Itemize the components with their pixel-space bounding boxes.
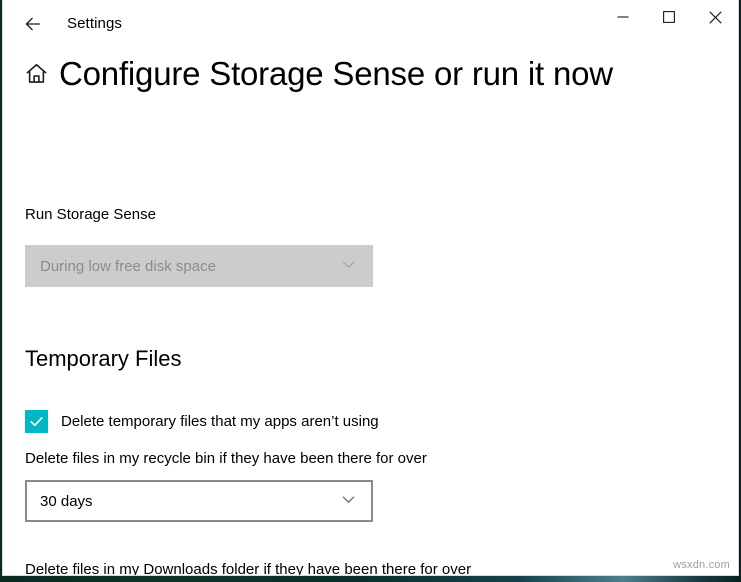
chevron-down-icon [340, 491, 357, 512]
delete-temp-files-label: Delete temporary files that my apps aren… [61, 414, 379, 429]
run-storage-sense-label-clip: Run Storage Sense [25, 209, 156, 229]
recycle-bin-value: 30 days [40, 494, 93, 509]
check-icon [28, 413, 45, 430]
title-bar: Settings [3, 0, 738, 47]
settings-content: Configure Storage Sense or run it now Ru… [3, 47, 738, 99]
downloads-folder-label: Delete files in my Downloads folder if t… [25, 562, 471, 576]
minimize-button[interactable] [600, 0, 646, 34]
settings-window: Settings [2, 0, 739, 576]
home-icon[interactable] [21, 58, 51, 88]
recycle-bin-dropdown[interactable]: 30 days [25, 480, 373, 522]
run-storage-sense-dropdown[interactable]: During low free disk space [25, 245, 373, 287]
minimize-icon [617, 11, 629, 23]
maximize-button[interactable] [646, 0, 692, 34]
window-controls [600, 0, 738, 34]
page-title: Configure Storage Sense or run it now [59, 57, 613, 90]
run-storage-sense-value: During low free disk space [40, 259, 216, 274]
maximize-icon [663, 11, 675, 23]
chevron-down-icon [340, 256, 357, 277]
back-arrow-icon [23, 14, 43, 34]
back-button[interactable] [11, 8, 55, 40]
close-button[interactable] [692, 0, 738, 34]
delete-temp-files-checkbox-row[interactable]: Delete temporary files that my apps aren… [25, 410, 379, 433]
recycle-bin-label: Delete files in my recycle bin if they h… [25, 451, 427, 466]
page-header: Configure Storage Sense or run it now [3, 47, 738, 99]
run-storage-sense-label: Run Storage Sense [25, 209, 156, 225]
close-icon [709, 11, 722, 24]
delete-temp-files-checkbox[interactable] [25, 410, 48, 433]
app-title: Settings [67, 16, 122, 31]
watermark: wsxdn.com [673, 559, 730, 571]
temporary-files-heading: Temporary Files [25, 348, 181, 370]
